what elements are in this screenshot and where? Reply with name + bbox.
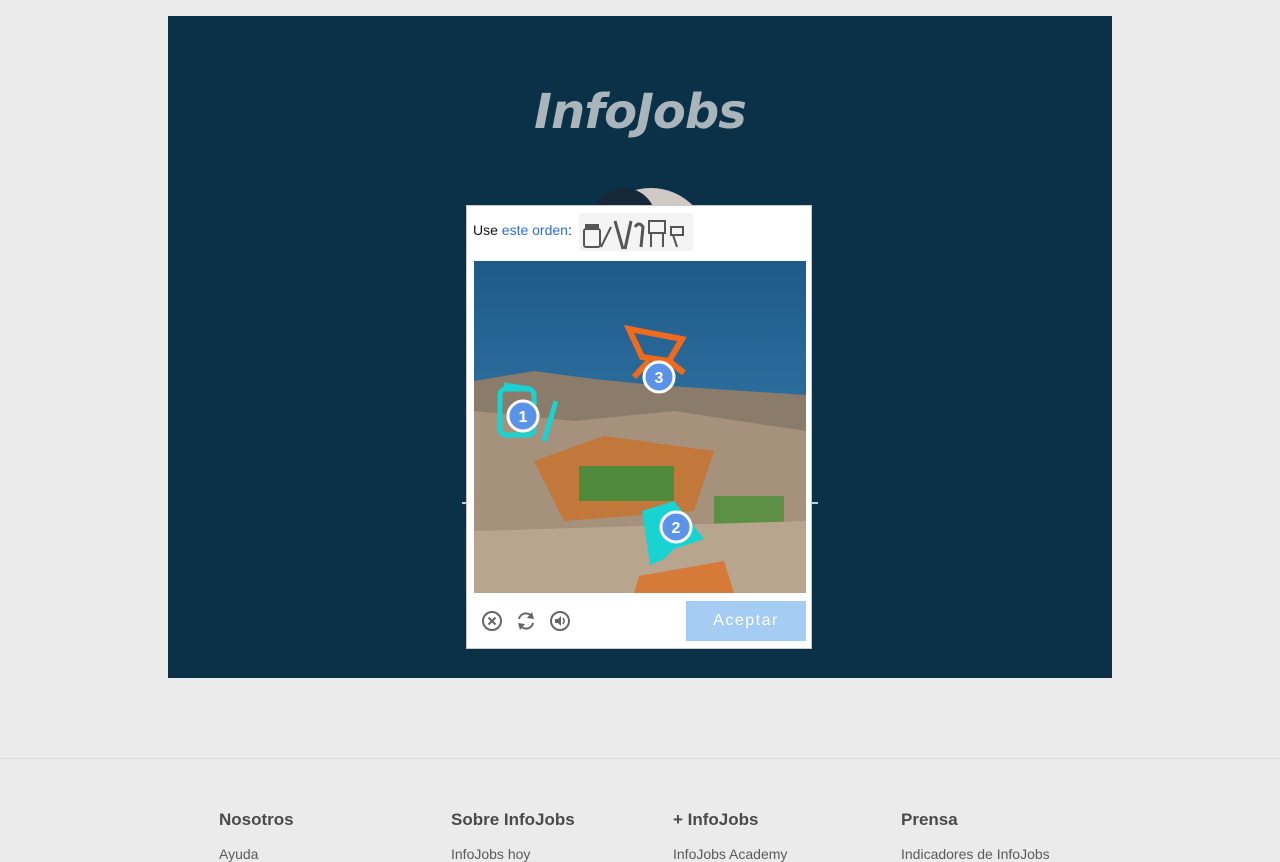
tools-icon <box>613 220 645 250</box>
footer-link-infojobs-academy[interactable]: InfoJobs Academy <box>673 846 787 862</box>
captcha-dialog: Use este orden: 1 2 3 Aceptar <box>466 205 812 649</box>
order-icons-strip <box>579 213 693 251</box>
footer-column-nosotros: Nosotros Ayuda <box>219 810 294 862</box>
svg-text:2: 2 <box>672 520 681 537</box>
desk-chair-icon <box>648 220 684 248</box>
footer-link-ayuda[interactable]: Ayuda <box>219 846 294 862</box>
jar-pencil-icon <box>583 224 612 248</box>
svg-text:1: 1 <box>519 409 528 426</box>
svg-text:3: 3 <box>655 370 664 387</box>
captcha-prompt: Use este orden: <box>473 222 572 238</box>
footer-divider <box>0 758 1280 759</box>
footer-link-indicadores[interactable]: Indicadores de InfoJobs <box>901 846 1050 862</box>
footer-heading-prensa: Prensa <box>901 810 958 829</box>
marker-1: 1 <box>506 399 540 433</box>
close-icon[interactable] <box>481 610 503 632</box>
prompt-suffix: : <box>567 222 572 238</box>
marker-2: 2 <box>659 510 693 544</box>
footer-column-mas-infojobs: + InfoJobs InfoJobs Academy <box>673 810 787 862</box>
footer-heading-sobre-infojobs: Sobre InfoJobs <box>451 810 575 829</box>
footer-heading-mas-infojobs: + InfoJobs <box>673 810 759 829</box>
captcha-photo[interactable]: 1 2 3 <box>474 261 806 593</box>
captcha-tools <box>481 610 571 632</box>
refresh-icon[interactable] <box>515 610 537 632</box>
accept-button[interactable]: Aceptar <box>686 601 806 641</box>
audio-icon[interactable] <box>549 610 571 632</box>
infojobs-logo: InfoJobs <box>534 84 747 140</box>
marker-3: 3 <box>642 360 676 394</box>
footer-column-sobre-infojobs: Sobre InfoJobs InfoJobs hoy <box>451 810 575 862</box>
order-link[interactable]: este orden <box>502 222 568 238</box>
footer-heading-nosotros: Nosotros <box>219 810 294 829</box>
prompt-prefix: Use <box>473 222 502 238</box>
footer-link-infojobs-hoy[interactable]: InfoJobs hoy <box>451 846 575 862</box>
footer-column-prensa: Prensa Indicadores de InfoJobs <box>901 810 1050 862</box>
